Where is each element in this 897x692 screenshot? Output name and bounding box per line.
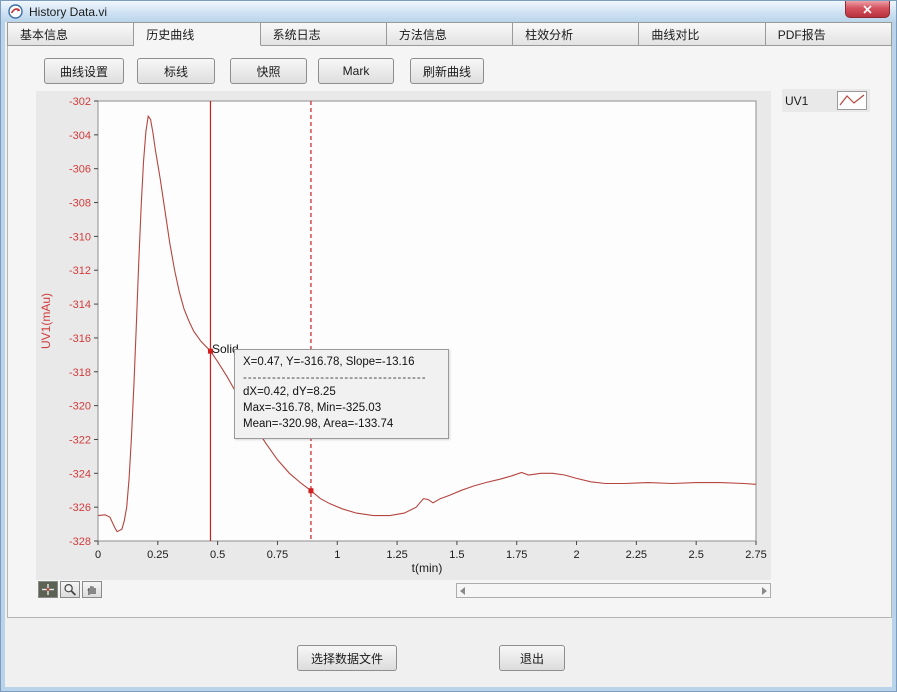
tab-history-curve[interactable]: 历史曲线 [134,22,260,46]
crosshair-tool-button[interactable] [38,581,58,598]
svg-text:1: 1 [334,549,340,561]
curve-settings-button[interactable]: 曲线设置 [44,58,124,84]
horizontal-scrollbar[interactable] [456,583,771,598]
tab-strip: 基本信息 历史曲线 系统日志 方法信息 柱效分析 曲线对比 PDF报告 [7,22,892,46]
scroll-left-icon[interactable] [460,587,465,595]
pan-tool-button[interactable] [82,581,102,598]
close-icon [863,5,872,14]
tab-column-efficiency[interactable]: 柱效分析 [513,22,639,46]
zigzag-line-icon [838,92,866,109]
svg-text:2.75: 2.75 [745,549,766,561]
app-window: History Data.vi 基本信息 历史曲线 系统日志 方法信息 柱效分析… [0,0,897,692]
tooltip-line-xyslope: X=0.47, Y=-316.78, Slope=-13.16 [243,354,440,370]
plot-legend: UV1 [782,89,870,112]
mark-button[interactable]: Mark [318,58,394,84]
svg-text:-328: -328 [69,536,91,548]
svg-text:-326: -326 [69,502,91,514]
svg-text:0.75: 0.75 [267,549,288,561]
tab-pdf-report[interactable]: PDF报告 [766,22,892,46]
svg-text:-302: -302 [69,96,91,108]
svg-text:1.5: 1.5 [449,549,464,561]
tab-method-info[interactable]: 方法信息 [387,22,513,46]
svg-text:-324: -324 [69,468,91,480]
svg-text:-314: -314 [69,299,91,311]
svg-text:1.25: 1.25 [386,549,407,561]
close-button[interactable] [845,1,890,18]
svg-text:-322: -322 [69,434,91,446]
tooltip-separator: -------------------------------------- [243,370,440,384]
svg-text:-316: -316 [69,333,91,345]
svg-text:1.75: 1.75 [506,549,527,561]
tooltip-line-meanarea: Mean=-320.98, Area=-133.74 [243,416,440,432]
app-icon [8,4,23,19]
chart-plot[interactable]: -302 -304 -306 -308 -310 -312 -314 -316 -318 -320… [36,91,771,578]
tab-system-log[interactable]: 系统日志 [261,22,387,46]
svg-text:0.5: 0.5 [210,549,225,561]
window-title: History Data.vi [29,5,107,19]
svg-text:-310: -310 [69,231,91,243]
tooltip-line-dxdy: dX=0.42, dY=8.25 [243,384,440,400]
scroll-right-icon[interactable] [762,587,767,595]
svg-text:2.5: 2.5 [689,549,704,561]
tab-curve-compare[interactable]: 曲线对比 [639,22,765,46]
svg-text:-306: -306 [69,164,91,176]
legend-line-swatch[interactable] [837,91,867,110]
tooltip-line-maxmin: Max=-316.78, Min=-325.03 [243,400,440,416]
marker-line-button[interactable]: 标线 [137,58,215,84]
svg-text:2.25: 2.25 [626,549,647,561]
chart-area: -302 -304 -306 -308 -310 -312 -314 -316 -318 -320… [36,91,771,580]
svg-text:2: 2 [573,549,579,561]
svg-text:-312: -312 [69,265,91,277]
crosshair-icon [41,583,55,596]
zoom-tool-button[interactable] [60,581,80,598]
exit-button[interactable]: 退出 [499,645,565,671]
snapshot-button[interactable]: 快照 [230,58,307,84]
svg-text:UV1(mAu): UV1(mAu) [39,293,53,349]
select-data-file-button[interactable]: 选择数据文件 [297,645,397,671]
svg-text:-320: -320 [69,401,91,413]
tab-basic-info[interactable]: 基本信息 [7,22,134,46]
svg-text:-304: -304 [69,130,91,142]
refresh-curve-button[interactable]: 刷新曲线 [410,58,484,84]
svg-text:-308: -308 [69,198,91,210]
svg-text:0: 0 [95,549,101,561]
hand-icon [85,583,99,596]
svg-text:t(min): t(min) [412,561,443,575]
cursor-tooltip[interactable]: X=0.47, Y=-316.78, Slope=-13.16 --------… [234,349,449,439]
legend-series-label: UV1 [785,94,808,108]
svg-text:-318: -318 [69,367,91,379]
title-bar: History Data.vi [1,1,896,22]
magnifier-icon [63,583,77,596]
svg-text:0.25: 0.25 [147,549,168,561]
graph-palette [38,581,102,598]
